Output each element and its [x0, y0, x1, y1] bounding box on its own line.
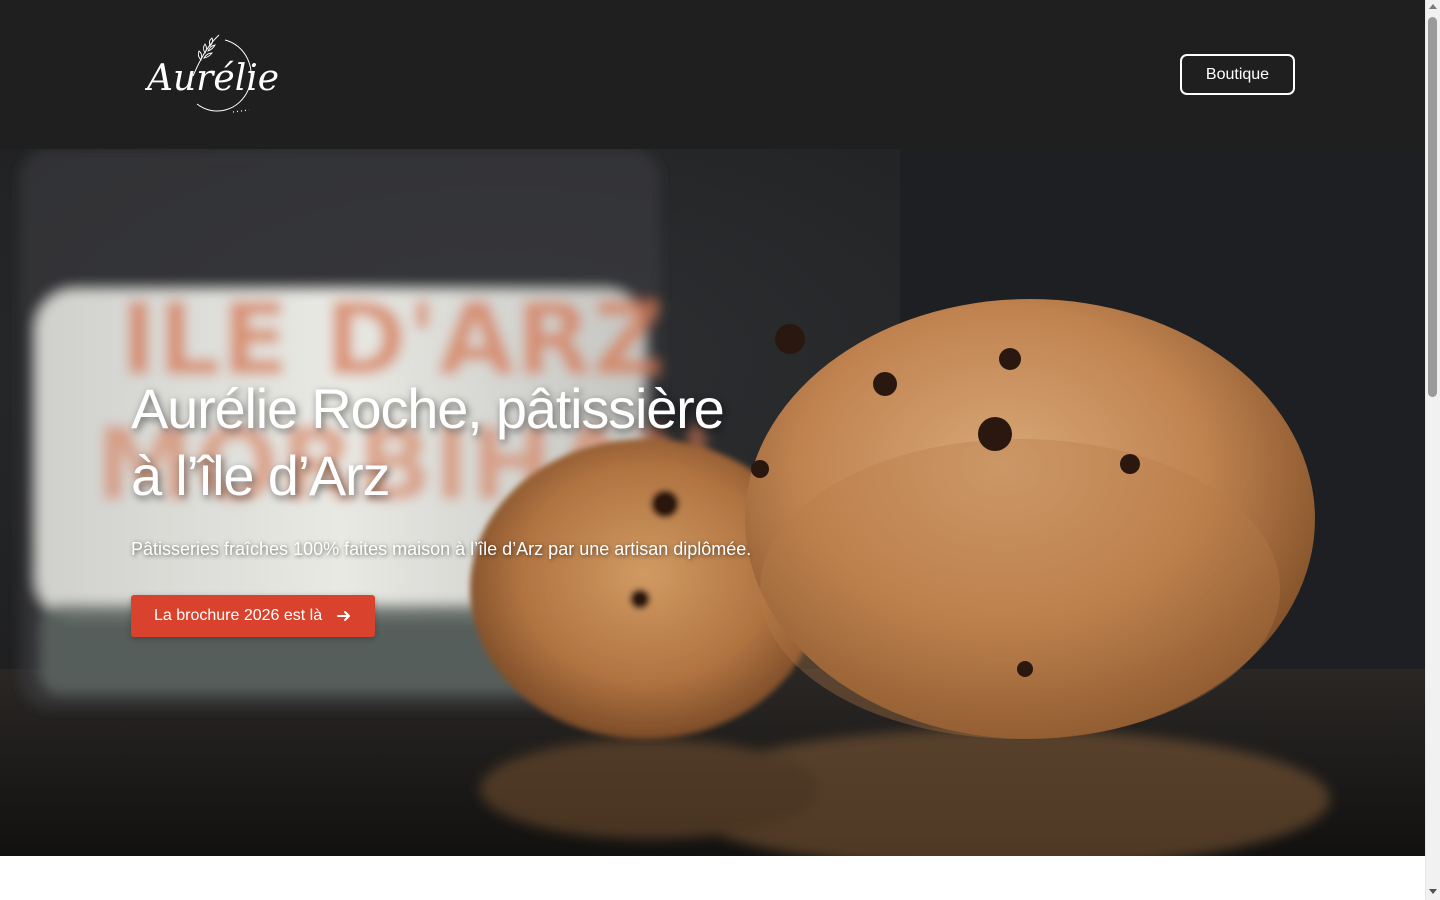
brochure-button[interactable]: La brochure 2026 est là	[131, 595, 376, 637]
logo[interactable]: Aurélie	[145, 32, 300, 120]
page: Aurélie Boutique ILE D'ARZ MORBIHAN Auré…	[0, 0, 1425, 900]
scroll-down-arrow-icon[interactable]	[1429, 889, 1437, 894]
hero-title-line-1: Aurélie Roche, pâtissière	[131, 377, 725, 440]
shop-button[interactable]: Boutique	[1180, 54, 1295, 95]
brochure-button-label: La brochure 2026 est là	[154, 607, 323, 624]
vertical-scrollbar[interactable]	[1425, 0, 1440, 900]
logo-graphic: Aurélie	[145, 34, 279, 113]
hero-title: Aurélie Roche, pâtissière à l’île d’Arz	[131, 375, 891, 509]
hero-subtitle: Pâtisseries fraîches 100% faites maison …	[131, 539, 752, 559]
logo-text: Aurélie	[145, 58, 279, 99]
hero-title-line-2: à l’île d’Arz	[131, 444, 390, 507]
hero-content: Aurélie Roche, pâtissière à l’île d’Arz …	[131, 375, 891, 637]
scroll-up-arrow-icon[interactable]	[1429, 4, 1437, 9]
scrollbar-thumb[interactable]	[1428, 17, 1437, 397]
site-header: Aurélie Boutique	[0, 0, 1425, 149]
hero: ILE D'ARZ MORBIHAN Aurélie Roche, pâtiss…	[0, 149, 1425, 856]
arrow-right-icon	[336, 608, 352, 624]
